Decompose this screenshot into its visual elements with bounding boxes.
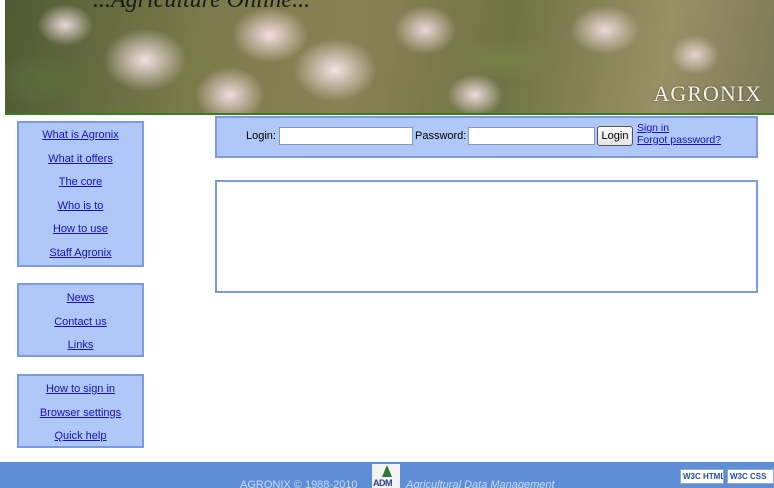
menu-link-who-is-to[interactable]: Who is to [19,195,142,219]
sidebar-menu-info: News Contact us Links [17,283,144,357]
sidebar-menu-about: What is Agronix What it offers The core … [17,121,144,267]
menu-link-links[interactable]: Links [19,334,142,358]
menu-link-staff-agronix[interactable]: Staff Agronix [19,242,142,266]
password-input[interactable] [468,127,595,145]
menu-link-how-to-use[interactable]: How to use [19,218,142,242]
menu-link-contact-us[interactable]: Contact us [19,311,142,335]
menu-link-what-is-agronix[interactable]: What is Agronix [19,124,142,148]
menu-link-what-it-offers[interactable]: What it offers [19,148,142,172]
sidebar-menu-help: How to sign in Browser settings Quick he… [17,374,144,448]
menu-link-quick-help[interactable]: Quick help [19,425,142,449]
login-button[interactable]: Login [597,126,633,146]
menu-link-the-core[interactable]: The core [19,171,142,195]
w3c-css-badge[interactable]: W3C CSS [727,469,774,484]
header-banner: ...Agriculture Online... AGRONIX [5,0,774,113]
tree-icon [382,465,392,477]
footer: AGRONIX © 1988-2010 ADM Agricultural Dat… [0,462,774,488]
password-label: Password: [415,130,467,142]
main-content-panel [215,180,758,293]
agronix-logo-text: AGRONIX [653,81,762,106]
w3c-css-badge-text: W3C CSS [730,472,767,481]
adm-tagline: Agricultural Data Management [406,479,555,488]
w3c-html-badge-text: W3C HTML 4.01 [683,472,724,481]
menu-link-how-to-sign-in[interactable]: How to sign in [19,378,142,402]
adm-logo-text: ADM [373,478,393,488]
copyright-text: AGRONIX © 1988-2010 [240,479,358,488]
banner-tagline: ...Agriculture Online... [93,0,311,13]
menu-link-news[interactable]: News [19,287,142,311]
banner-divider [5,113,774,115]
login-label: Login: [246,130,276,142]
forgot-password-link[interactable]: Forgot password? [637,134,721,146]
w3c-html-badge[interactable]: W3C HTML 4.01 [680,469,724,484]
adm-logo: ADM [372,464,400,488]
login-input[interactable] [279,127,413,145]
menu-link-browser-settings[interactable]: Browser settings [19,402,142,426]
login-bar: Login: Password: Login Sign in Forgot pa… [215,116,758,158]
sign-in-link[interactable]: Sign in [637,122,669,134]
